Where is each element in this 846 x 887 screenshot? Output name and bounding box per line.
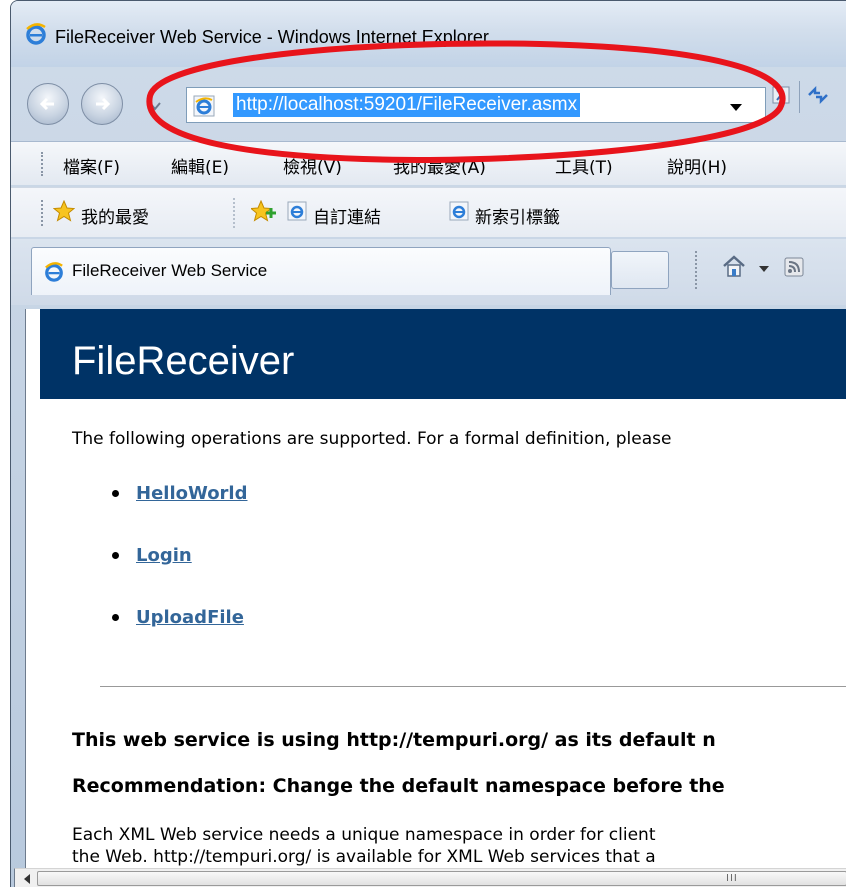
favorites-link-custom[interactable]: 自訂連結 bbox=[313, 203, 381, 228]
favorites-button-label[interactable]: 我的最愛 bbox=[81, 203, 149, 228]
feeds-icon[interactable] bbox=[784, 257, 804, 277]
menu-grip bbox=[41, 152, 44, 176]
scroll-left-icon[interactable] bbox=[23, 874, 31, 884]
window-title: FileReceiver Web Service - Windows Inter… bbox=[55, 27, 489, 47]
favorites-link-new-tab[interactable]: 新索引標籤 bbox=[475, 203, 560, 228]
url-text[interactable]: http://localhost:59201/FileReceiver.asmx bbox=[233, 93, 581, 117]
navigation-row: http://localhost:59201/FileReceiver.asmx bbox=[11, 73, 846, 135]
chevron-down-icon[interactable] bbox=[147, 99, 163, 113]
menu-tools[interactable]: 工具(T) bbox=[555, 153, 613, 178]
menu-file[interactable]: 檔案(F) bbox=[63, 153, 120, 178]
horizontal-scrollbar[interactable]: III bbox=[14, 868, 846, 887]
compatibility-view-icon[interactable] bbox=[771, 85, 791, 105]
favorites-bar: 我的最愛 自訂連結 新索引標籤 bbox=[11, 187, 846, 237]
divider bbox=[100, 686, 846, 687]
tab-label: FileReceiver Web Service bbox=[72, 261, 268, 280]
ie-logo-icon bbox=[26, 23, 46, 45]
forward-arrow-icon bbox=[96, 97, 111, 111]
bullet bbox=[112, 552, 119, 559]
page-title: FileReceiver bbox=[72, 339, 295, 383]
forward-button[interactable] bbox=[81, 83, 123, 125]
menu-view[interactable]: 檢視(V) bbox=[283, 153, 342, 178]
ie-page-icon bbox=[193, 95, 215, 117]
address-dropdown-icon[interactable] bbox=[729, 102, 743, 112]
operation-link-uploadfile[interactable]: UploadFile bbox=[136, 607, 244, 628]
bullet bbox=[112, 614, 119, 621]
back-arrow-icon bbox=[39, 97, 54, 111]
scrollbar-grip: III bbox=[726, 873, 738, 884]
browser-window: FileReceiver Web Service - Windows Inter… bbox=[10, 0, 846, 887]
scrollbar-thumb[interactable]: III bbox=[37, 871, 846, 886]
add-favorite-icon[interactable] bbox=[251, 200, 277, 222]
ie-logo-icon bbox=[45, 262, 63, 282]
operation-link-login[interactable]: Login bbox=[136, 545, 192, 566]
favorites-star-icon[interactable] bbox=[53, 200, 75, 222]
paragraph-line: the Web. http://tempuri.org/ is availabl… bbox=[72, 847, 656, 867]
tab-bar: FileReceiver Web Service bbox=[11, 239, 846, 305]
menu-edit[interactable]: 編輯(E) bbox=[171, 153, 229, 178]
ie-link-icon bbox=[287, 201, 307, 221]
menu-bar: 檔案(F) 編輯(E) 檢視(V) 我的最愛(A) 工具(T) 說明(H) bbox=[11, 141, 846, 185]
refresh-icon[interactable] bbox=[806, 85, 830, 105]
menu-favorites[interactable]: 我的最愛(A) bbox=[393, 153, 486, 178]
menu-help[interactable]: 說明(H) bbox=[667, 153, 727, 178]
favorites-separator bbox=[233, 198, 235, 228]
bullet bbox=[112, 490, 119, 497]
page-content: FileReceiver The following operations ar… bbox=[25, 309, 846, 869]
operation-link-helloworld[interactable]: HelloWorld bbox=[136, 483, 248, 504]
tab-active[interactable]: FileReceiver Web Service bbox=[31, 247, 611, 295]
title-bar: FileReceiver Web Service - Windows Inter… bbox=[11, 1, 846, 67]
ie-link-icon bbox=[449, 201, 469, 221]
chevron-down-icon[interactable] bbox=[758, 265, 770, 273]
toolbar-separator bbox=[695, 251, 697, 289]
paragraph-line: Each XML Web service needs a unique name… bbox=[72, 825, 656, 845]
namespace-note: This web service is using http://tempuri… bbox=[72, 729, 716, 751]
home-icon[interactable] bbox=[721, 253, 747, 279]
nav-separator bbox=[799, 81, 800, 113]
page-header-band: FileReceiver bbox=[40, 309, 846, 399]
address-bar[interactable]: http://localhost:59201/FileReceiver.asmx bbox=[186, 87, 766, 123]
back-button[interactable] bbox=[27, 83, 69, 125]
intro-text: The following operations are supported. … bbox=[72, 429, 672, 449]
recommendation-heading: Recommendation: Change the default names… bbox=[72, 775, 725, 797]
favorites-grip bbox=[41, 200, 43, 226]
new-tab-button[interactable] bbox=[611, 251, 669, 289]
